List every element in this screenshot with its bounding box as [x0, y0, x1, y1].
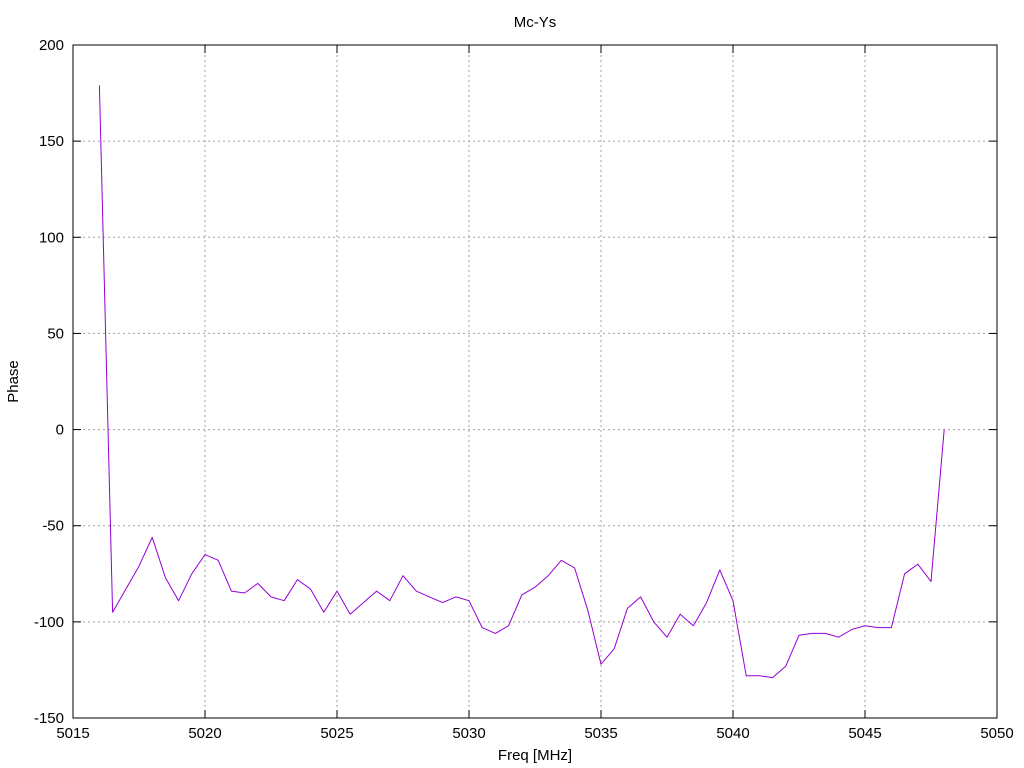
x-tick-label: 5035: [584, 725, 617, 742]
y-tick-label: -100: [34, 614, 64, 631]
x-tick-label: 5040: [716, 725, 749, 742]
x-tick-labels: 5015 5020 5025 5030 5035 5040 5045 5050: [56, 725, 1013, 742]
y-tick-label: 150: [39, 133, 64, 150]
y-tick-label: -150: [34, 710, 64, 727]
series-phase: [98, 85, 945, 679]
x-tick-label: 5045: [848, 725, 881, 742]
y-tick-label: -50: [42, 518, 64, 535]
x-tick-label: 5030: [452, 725, 485, 742]
y-axis-label: Phase: [5, 360, 22, 403]
y-tick-label: 50: [47, 325, 64, 342]
plot-frame: [72, 44, 998, 719]
x-tick-label: 5050: [980, 725, 1013, 742]
x-tick-label: 5020: [188, 725, 221, 742]
y-tick-labels: -150 -100 -50 0 50 100 150 200: [34, 37, 64, 727]
y-tick-label: 100: [39, 229, 64, 246]
x-axis-label: Freq [MHz]: [498, 747, 572, 764]
x-tick-label: 5015: [56, 725, 89, 742]
phase-chart: 5015 5020 5025 5030 5035 5040 5045 5050 -150 -10…: [5, 14, 1014, 764]
series-line: [98, 85, 945, 679]
axis-ticks: [72, 44, 998, 719]
x-tick-label: 5025: [320, 725, 353, 742]
grid-lines: [73, 45, 997, 718]
y-tick-label: 200: [39, 37, 64, 54]
chart-title: Mc-Ys: [514, 14, 557, 31]
y-tick-label: 0: [56, 422, 64, 439]
